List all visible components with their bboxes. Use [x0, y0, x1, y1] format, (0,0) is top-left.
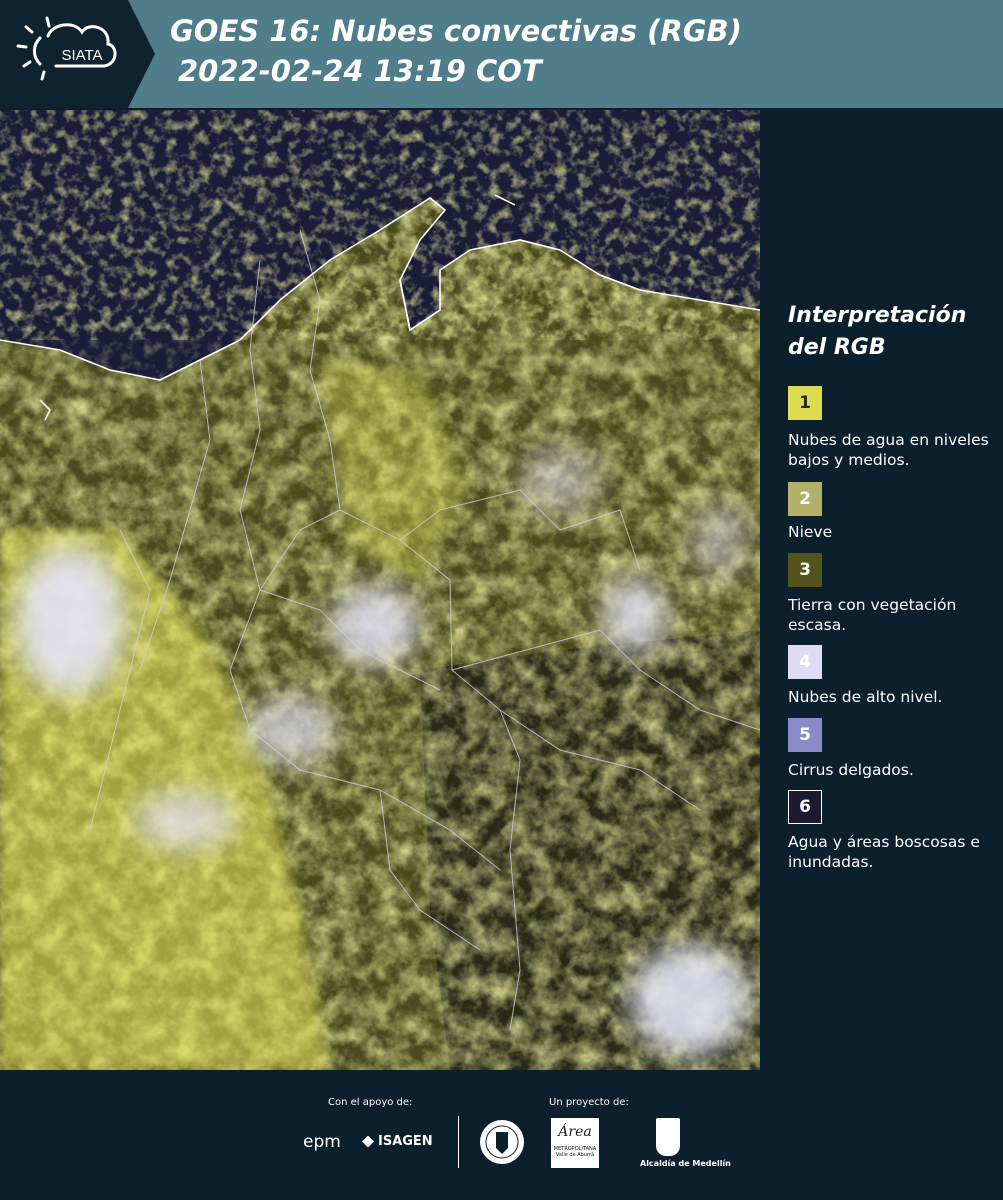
sun-cloud-icon: SIATA	[16, 16, 117, 81]
legend-swatch-2: 2	[788, 482, 822, 516]
seal-icon	[480, 1120, 524, 1164]
legend-label-2: Nieve	[788, 523, 833, 541]
area-metropolitana-logo[interactable]: Área METROPOLITANA Valle de Aburrá	[551, 1118, 599, 1168]
isagen-text: ISAGEN	[378, 1134, 433, 1149]
legend-swatch-6: 6	[788, 790, 822, 824]
legend-title: Interpretación del RGB	[788, 300, 988, 364]
legend-label-3: Tierra con vegetación escasa.	[788, 596, 957, 634]
satellite-map[interactable]	[0, 110, 761, 1070]
project-label: Un proyecto de:	[549, 1097, 629, 1108]
legend-swatch-3: 3	[788, 553, 822, 587]
logo-text: SIATA	[61, 47, 102, 64]
legend-panel: Interpretación del RGB 1 Nubes de agua e…	[760, 108, 1003, 1070]
legend-label-1: Nubes de agua en niveles bajos y medios.	[788, 431, 989, 469]
legend-swatch-4: 4	[788, 645, 822, 679]
legend-swatch-5: 5	[788, 718, 822, 752]
area-name: Área	[558, 1124, 592, 1140]
legend-label-6: Agua y áreas boscosas e inundadas.	[788, 833, 980, 871]
siata-logo[interactable]: SIATA	[0, 0, 155, 108]
alcaldia-shield-icon	[656, 1118, 680, 1156]
header-banner: SIATA GOES 16: Nubes convectivas (RGB) 2…	[0, 0, 1003, 108]
isagen-icon	[362, 1135, 374, 1148]
page-title: GOES 16: Nubes convectivas (RGB)	[170, 14, 742, 48]
footer-divider	[458, 1116, 459, 1168]
legend-label-4: Nubes de alto nivel.	[788, 688, 943, 706]
legend-label-5: Cirrus delgados.	[788, 761, 914, 779]
legend-title-line2: del RGB	[788, 335, 886, 360]
footer: Con el apoyo de: Un proyecto de: epm ISA…	[0, 1070, 1003, 1200]
medellin-seal-logo[interactable]	[478, 1118, 526, 1170]
alcaldia-logo[interactable]: Alcaldía de Medellín	[640, 1118, 731, 1174]
alcaldia-text: Alcaldía de Medellín	[640, 1159, 731, 1168]
satellite-image	[0, 110, 761, 1070]
page-timestamp: 2022-02-24 13:19 COT	[178, 54, 542, 88]
support-label: Con el apoyo de:	[328, 1097, 413, 1108]
legend-title-line1: Interpretación	[788, 303, 967, 328]
isagen-logo[interactable]: ISAGEN	[362, 1134, 433, 1149]
legend-swatch-1: 1	[788, 386, 822, 420]
area-sub2: Valle de Aburrá	[555, 1152, 595, 1158]
epm-logo[interactable]: epm	[303, 1132, 341, 1152]
